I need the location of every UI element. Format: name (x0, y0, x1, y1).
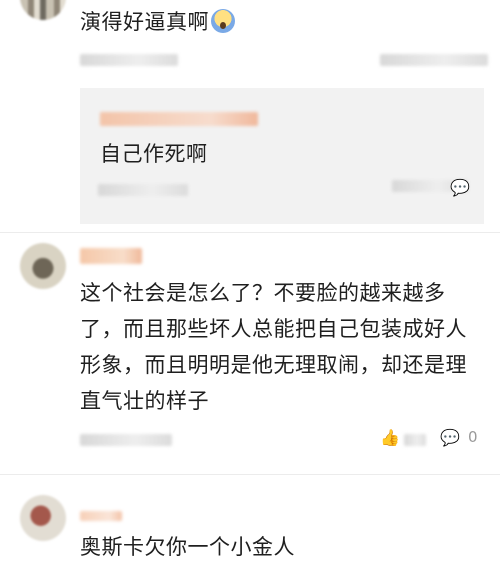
comment-text: 奥斯卡欠你一个小金人 (80, 535, 295, 559)
action-icons[interactable] (380, 54, 488, 66)
like-count (404, 434, 426, 446)
timestamp (80, 54, 178, 66)
divider (0, 474, 500, 475)
timestamp (80, 434, 172, 446)
avatar[interactable] (20, 0, 66, 20)
comment-text: 演得好逼真啊 (80, 6, 235, 38)
reply-box: 自己作死啊 💬 (80, 88, 484, 224)
screaming-face-emoji-icon (211, 9, 235, 33)
comment-icon[interactable]: 💬 (440, 428, 460, 447)
comment-text-line: 直气壮的样子 (80, 389, 209, 413)
reply-username[interactable] (100, 112, 258, 126)
comment-text-line: 形象，而且明明是他无理取闹，却还是理 (80, 353, 467, 377)
comment-count: 0 (468, 428, 478, 446)
comment-text-line: 这个社会是怎么了？不要脸的越来越多 (80, 281, 446, 305)
avatar[interactable] (20, 243, 66, 289)
comment-icon[interactable]: 💬 (450, 178, 470, 197)
username[interactable] (80, 511, 122, 521)
reply-timestamp (98, 184, 188, 196)
divider (0, 232, 500, 233)
avatar[interactable] (20, 495, 66, 541)
comment-meta (80, 54, 488, 72)
reply-text: 自己作死啊 (100, 142, 208, 166)
like-icon[interactable]: 👍 (380, 428, 400, 447)
username[interactable] (80, 248, 142, 264)
comment-text-line: 了，而且那些坏人总能把自己包装成好人 (80, 317, 467, 341)
